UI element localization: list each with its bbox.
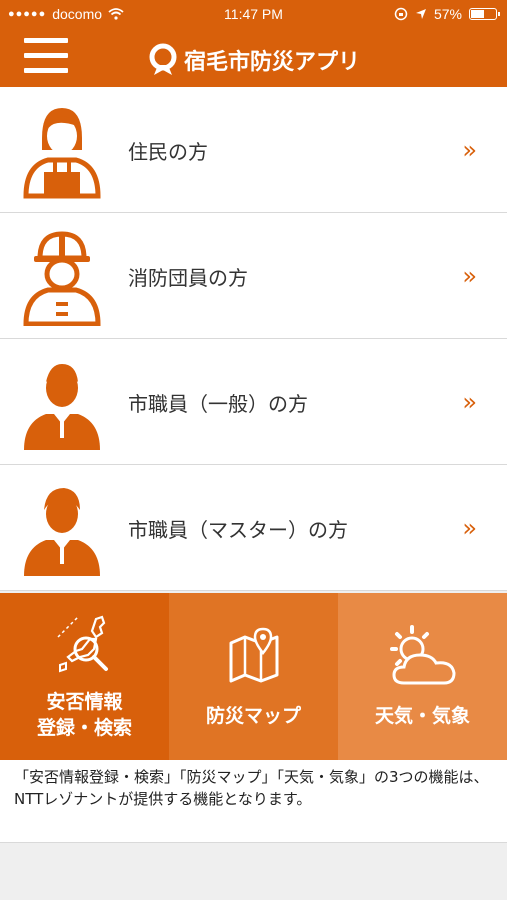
safety-info-label-line2: 登録・検索: [36, 717, 132, 739]
chevron-right-icon: »: [462, 262, 477, 290]
firefighter-avatar-icon: [23, 231, 101, 326]
safety-info-tile[interactable]: 安否情報 登録・検索: [0, 593, 169, 760]
chevron-right-icon: »: [462, 514, 477, 542]
user-type-list: 住民の方 » 消防団員の方 » 市職員（一般）の方 » 市職員（マスター）の方 …: [0, 87, 507, 591]
staff-master-avatar-icon: [24, 488, 100, 576]
sun-cloud-icon: [390, 625, 456, 685]
staff-general-avatar-icon: [24, 364, 100, 450]
resident-avatar-icon: [23, 108, 101, 199]
weather-tile[interactable]: 天気・気象: [338, 593, 507, 760]
chevron-right-icon: »: [462, 388, 477, 416]
app-title-text: 宿毛市防災アプリ: [184, 50, 361, 75]
weather-label: 天気・気象: [374, 705, 470, 727]
user-type-staff-master[interactable]: 市職員（マスター）の方 »: [0, 465, 507, 591]
battery-percent: 57%: [433, 6, 462, 22]
location-icon: [415, 9, 426, 19]
user-type-staff-general[interactable]: 市職員（一般）の方 »: [0, 339, 507, 465]
user-type-firefighter[interactable]: 消防団員の方 »: [0, 213, 507, 339]
japan-map-search-icon: [57, 615, 108, 673]
app-title: 宿毛市防災アプリ: [148, 40, 360, 80]
disaster-map-label: 防災マップ: [205, 705, 301, 727]
rotation-lock-icon: [394, 7, 408, 21]
menu-button[interactable]: [24, 38, 68, 74]
user-type-label: 市職員（マスター）の方: [128, 517, 348, 542]
app-header: ●●●●● docomo 11:47 PM 57% 宿毛市防災アプリ: [0, 0, 507, 87]
chevron-right-icon: »: [462, 136, 477, 164]
feature-tiles: 安否情報 登録・検索 防災マップ 天気・気象: [0, 593, 507, 760]
user-type-label: 住民の方: [128, 139, 208, 164]
safety-info-label-line1: 安否情報: [46, 691, 123, 713]
map-pin-icon: [229, 627, 279, 683]
app-logo-icon: [149, 43, 177, 75]
user-type-resident[interactable]: 住民の方 »: [0, 87, 507, 213]
user-type-label: 市職員（一般）の方: [128, 391, 308, 416]
user-type-label: 消防団員の方: [128, 265, 248, 290]
status-bar: ●●●●● docomo 11:47 PM 57%: [0, 0, 507, 30]
footer-note: 「安否情報登録・検索」「防災マップ」「天気・気象」の3つの機能は、NTTレゾナン…: [0, 760, 507, 843]
battery-icon: [469, 8, 500, 20]
disaster-map-tile[interactable]: 防災マップ: [169, 593, 338, 760]
